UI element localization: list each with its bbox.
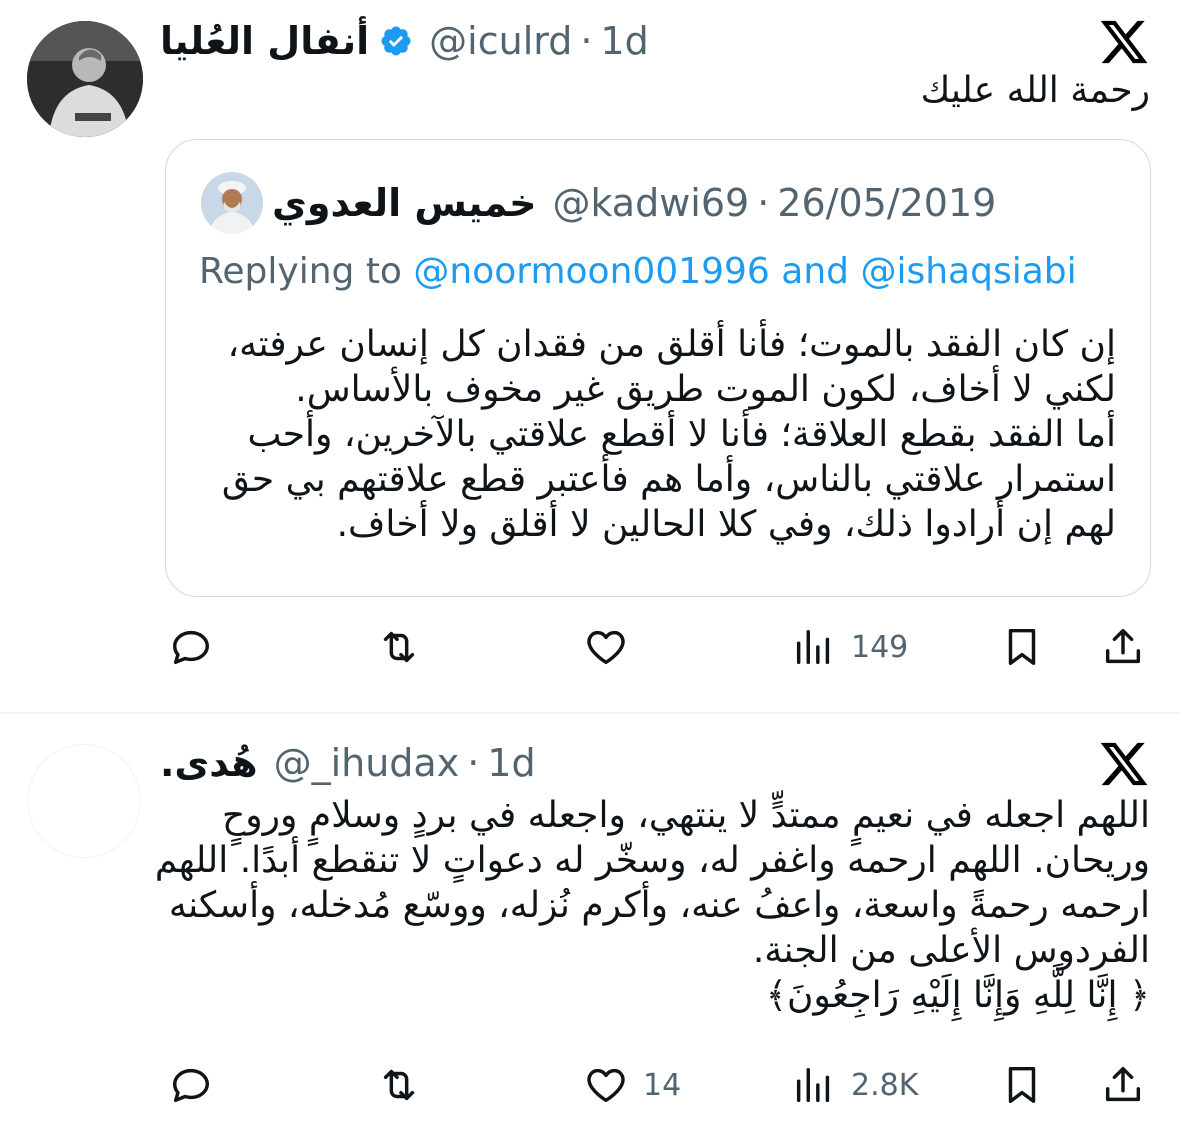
quote-line: إن كان الفقد بالموت؛ فأنا أقلق من فقدان …	[227, 324, 1116, 365]
tweet-line: الفردوس الأعلى من الجنة.	[752, 930, 1150, 971]
share-icon	[1105, 628, 1141, 664]
quote-text: إن كان الفقد بالموت؛ فأنا أقلق من فقدان …	[196, 322, 1116, 547]
mention-link[interactable]: @noormoon001996	[413, 251, 769, 292]
bookmark-button[interactable]	[999, 1062, 1045, 1108]
x-logo-icon[interactable]	[1098, 738, 1150, 790]
reply-icon	[172, 630, 210, 665]
quote-line: لكني لا أخاف، لكون الموت طريق غير مخوف ب…	[295, 369, 1116, 410]
and-text: and	[781, 251, 850, 292]
quote-line: أما الفقد بقطع العلاقة؛ فأنا لا أقطع علا…	[247, 414, 1116, 455]
share-button[interactable]	[1100, 1062, 1146, 1108]
share-icon	[1105, 1066, 1141, 1102]
avatar[interactable]	[27, 744, 141, 858]
tweet-header: أنفال العُليا @iculrd · 1d	[160, 16, 649, 66]
replying-to: Replying to @noormoon001996 and @ishaqsi…	[199, 251, 1077, 292]
quote-line: لهم إن أرادوا ذلك، وفي كلا الحالين لا أق…	[336, 504, 1116, 545]
tweet-line: وريحان. اللهم ارحمه واغفر له، وسخّر له د…	[154, 840, 1150, 881]
views-icon	[796, 629, 830, 665]
like-button[interactable]	[583, 624, 629, 670]
handle[interactable]: @_ihudax	[274, 741, 460, 785]
avatar-photo	[27, 21, 143, 137]
repost-icon	[383, 1069, 415, 1101]
likes-count: 14	[643, 1067, 682, 1103]
tweet-actions: 149	[0, 624, 1179, 674]
quote-avatar-photo	[201, 172, 263, 234]
quote-avatar[interactable]	[201, 172, 263, 234]
mention-link[interactable]: @ishaqsiabi	[860, 251, 1076, 292]
heart-icon	[587, 630, 625, 665]
verified-badge-icon	[381, 26, 411, 56]
views-button[interactable]: 2.8K	[791, 1062, 918, 1108]
tweet-text: اللهم اجعله في نعيمٍ ممتدٍّ لا ينتهي، وا…	[154, 793, 1150, 1018]
tweet-line: ﴿ إِنَّا لِلَّهِ وَإِنَّا إِلَيْهِ رَاجِ…	[765, 975, 1150, 1016]
reply-icon	[172, 1068, 210, 1103]
repost-button[interactable]	[376, 1062, 422, 1108]
quoted-tweet[interactable]: خميس العدوي @kadwi69 · 26/05/2019 Replyi…	[165, 139, 1151, 597]
repost-button[interactable]	[376, 624, 422, 670]
separator-dot: ·	[580, 19, 593, 63]
tweet-header: هُدى. @_ihudax · 1d	[160, 738, 536, 788]
separator-dot: ·	[757, 181, 770, 225]
reply-button[interactable]	[168, 624, 214, 670]
views-icon	[796, 1067, 830, 1103]
timestamp[interactable]: 1d	[487, 741, 535, 785]
reply-button[interactable]	[168, 1062, 214, 1108]
bookmark-button[interactable]	[999, 624, 1045, 670]
quote-header: خميس العدوي @kadwi69 · 26/05/2019	[272, 178, 996, 228]
separator-dot: ·	[467, 741, 480, 785]
replying-prefix: Replying to	[199, 251, 402, 292]
quote-line: استمرار علاقتي بالناس، وأما هم فأعتبر قط…	[221, 459, 1116, 500]
tweet-line: ارحمه رحمةً واسعة، واعفُ عنه، وأكرم نُزل…	[168, 885, 1150, 926]
tweet-actions: 14 2.8K	[0, 1062, 1179, 1112]
views-button[interactable]: 149	[791, 624, 908, 670]
handle[interactable]: @iculrd	[429, 19, 572, 63]
share-button[interactable]	[1100, 624, 1146, 670]
like-button[interactable]: 14	[583, 1062, 681, 1108]
heart-icon	[587, 1068, 625, 1103]
bookmark-icon	[1008, 1066, 1036, 1104]
timestamp[interactable]: 1d	[600, 19, 648, 63]
tweet-divider	[0, 712, 1179, 714]
quote-date[interactable]: 26/05/2019	[777, 181, 996, 225]
quote-handle[interactable]: @kadwi69	[552, 181, 749, 225]
x-logo-icon[interactable]	[1098, 16, 1150, 68]
bookmark-icon	[1008, 628, 1036, 666]
repost-icon	[383, 631, 415, 663]
tweet-line: اللهم اجعله في نعيمٍ ممتدٍّ لا ينتهي، وا…	[221, 795, 1150, 836]
tweet-text: رحمة الله عليك	[920, 70, 1150, 111]
views-count: 2.8K	[851, 1067, 919, 1103]
display-name[interactable]: أنفال العُليا	[160, 19, 369, 63]
quote-display-name[interactable]: خميس العدوي	[272, 181, 536, 225]
avatar[interactable]	[27, 21, 143, 137]
display-name[interactable]: هُدى.	[160, 741, 258, 785]
views-count: 149	[851, 629, 909, 665]
